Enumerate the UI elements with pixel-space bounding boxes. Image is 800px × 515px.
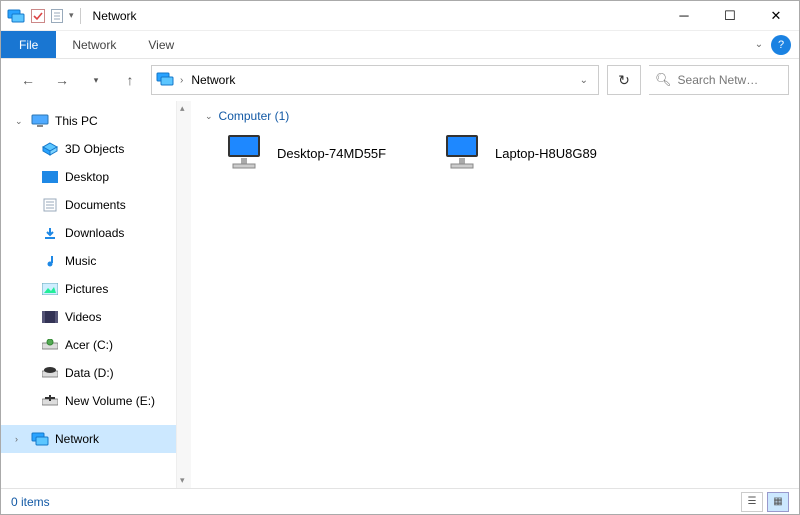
folder-pictures-icon <box>41 283 59 295</box>
body: ⌄ This PC 3D Objects Desktop Documents D… <box>1 101 799 488</box>
qat-dropdown-icon[interactable]: ▾ <box>69 10 74 21</box>
chevron-down-icon[interactable]: ⌄ <box>15 116 25 127</box>
address-bar[interactable]: › Network ⌄ <box>151 65 599 95</box>
refresh-button[interactable]: ↻ <box>607 65 641 95</box>
sidebar-item-label: New Volume (E:) <box>65 394 155 408</box>
this-pc-icon <box>31 114 49 128</box>
sidebar-item-label: This PC <box>55 114 98 128</box>
help-icon[interactable]: ? <box>771 35 791 55</box>
ribbon-tabs: File Network View ⌄ ? <box>1 31 799 59</box>
sidebar-item-label: Music <box>65 254 96 268</box>
sidebar-item-label: Videos <box>65 310 101 324</box>
items-grid: Desktop-74MD55F Laptop-H8U8G89 <box>205 129 785 177</box>
status-text: 0 items <box>11 495 50 509</box>
sidebar-item-label: Acer (C:) <box>65 338 113 352</box>
group-header-computer[interactable]: ⌄ Computer (1) <box>205 109 785 123</box>
sidebar-item-videos[interactable]: Videos <box>1 303 176 331</box>
folder-videos-icon <box>41 311 59 323</box>
sidebar-item-desktop[interactable]: Desktop <box>1 163 176 191</box>
status-bar: 0 items ☰ ▦ <box>1 488 799 514</box>
search-placeholder: Search Netw… <box>678 73 759 87</box>
breadcrumb[interactable]: Network <box>189 73 237 87</box>
title-bar: ▾ Network ─ ☐ ✕ <box>1 1 799 31</box>
network-icon <box>31 432 49 446</box>
forward-button[interactable]: → <box>49 67 75 93</box>
folder-documents-icon <box>41 198 59 212</box>
view-large-icons-button[interactable]: ▦ <box>767 492 789 512</box>
item-label: Laptop-H8U8G89 <box>495 146 597 161</box>
recent-locations-button[interactable]: ▾ <box>83 67 109 93</box>
quick-access-doc-icon[interactable] <box>51 9 63 23</box>
sidebar-item-label: Data (D:) <box>65 366 114 380</box>
drive-icon <box>41 367 59 379</box>
sidebar-item-label: Network <box>55 432 99 446</box>
chevron-right-icon[interactable]: › <box>15 434 25 444</box>
sidebar-item-drive-e[interactable]: New Volume (E:) <box>1 387 176 415</box>
navigation-bar: ← → ▾ ↑ › Network ⌄ ↻ 🔍︎ Search Netw… <box>1 59 799 101</box>
address-network-icon <box>156 72 174 89</box>
sidebar-item-label: Downloads <box>65 226 124 240</box>
search-icon: 🔍︎ <box>655 72 672 88</box>
view-details-button[interactable]: ☰ <box>741 492 763 512</box>
sidebar-item-label: Desktop <box>65 170 109 184</box>
tab-network[interactable]: Network <box>56 31 132 58</box>
app-network-icon <box>7 9 25 23</box>
sidebar-item-drive-d[interactable]: Data (D:) <box>1 359 176 387</box>
sidebar-scrollbar[interactable] <box>176 101 191 488</box>
sidebar-item-downloads[interactable]: Downloads <box>1 219 176 247</box>
group-title: Computer (1) <box>219 109 290 123</box>
folder-music-icon <box>41 254 59 268</box>
sidebar-item-pictures[interactable]: Pictures <box>1 275 176 303</box>
sidebar-item-label: 3D Objects <box>65 142 124 156</box>
computer-icon <box>223 132 267 175</box>
close-button[interactable]: ✕ <box>753 1 799 31</box>
folder-3d-icon <box>41 142 59 156</box>
sidebar-item-drive-c[interactable]: Acer (C:) <box>1 331 176 359</box>
quick-access-toolbar: ▾ <box>1 8 87 24</box>
window-title: Network <box>93 9 137 23</box>
content-pane[interactable]: ⌄ Computer (1) Desktop-74MD55F Laptop-H8… <box>191 101 799 488</box>
item-label: Desktop-74MD55F <box>277 146 386 161</box>
tab-view[interactable]: View <box>132 31 190 58</box>
sidebar-item-label: Documents <box>65 198 126 212</box>
maximize-button[interactable]: ☐ <box>707 1 753 31</box>
qat-separator <box>80 8 81 24</box>
sidebar-item-music[interactable]: Music <box>1 247 176 275</box>
drive-icon <box>41 395 59 407</box>
navigation-pane[interactable]: ⌄ This PC 3D Objects Desktop Documents D… <box>1 101 176 488</box>
ribbon-expand-icon[interactable]: ⌄ <box>747 31 771 58</box>
sidebar-item-this-pc[interactable]: ⌄ This PC <box>1 107 176 135</box>
folder-downloads-icon <box>41 226 59 240</box>
sidebar-item-documents[interactable]: Documents <box>1 191 176 219</box>
sidebar-item-label: Pictures <box>65 282 108 296</box>
file-tab[interactable]: File <box>1 31 56 58</box>
minimize-button[interactable]: ─ <box>661 1 707 31</box>
sidebar-item-network[interactable]: › Network <box>1 425 176 453</box>
address-history-icon[interactable]: ⌄ <box>574 75 594 86</box>
breadcrumb-separator-icon[interactable]: › <box>180 75 183 86</box>
computer-icon <box>441 132 485 175</box>
chevron-down-icon[interactable]: ⌄ <box>205 111 213 122</box>
sidebar-item-3d-objects[interactable]: 3D Objects <box>1 135 176 163</box>
search-input[interactable]: 🔍︎ Search Netw… <box>649 65 789 95</box>
quick-access-properties-icon[interactable] <box>31 9 45 23</box>
list-item[interactable]: Laptop-H8U8G89 <box>441 129 631 177</box>
up-button[interactable]: ↑ <box>117 67 143 93</box>
folder-desktop-icon <box>41 171 59 183</box>
list-item[interactable]: Desktop-74MD55F <box>223 129 413 177</box>
back-button[interactable]: ← <box>15 67 41 93</box>
drive-icon <box>41 339 59 351</box>
